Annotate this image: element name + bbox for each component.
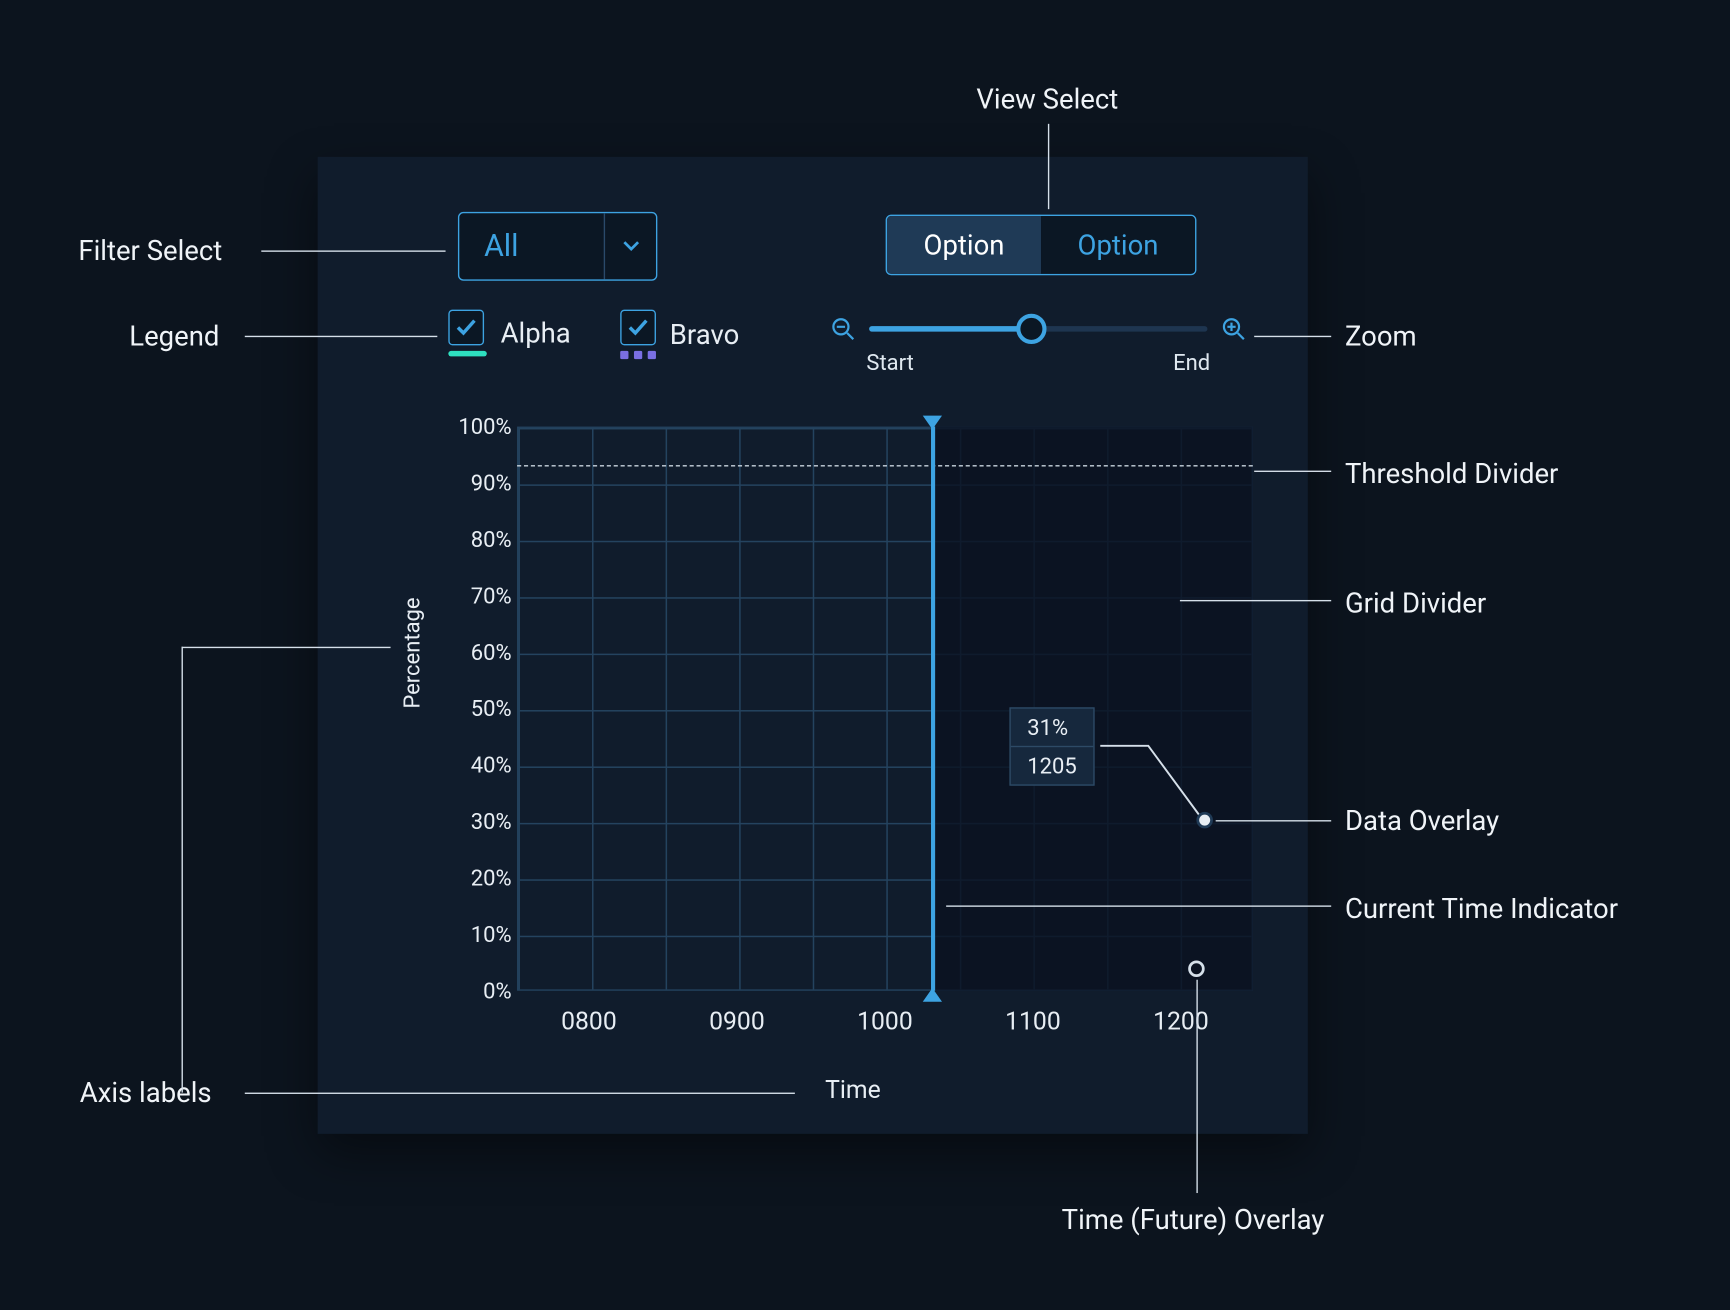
legend-swatch-alpha [448,351,487,357]
zoom-out-icon[interactable] [831,316,856,341]
legend-label-bravo: Bravo [670,318,739,351]
view-option-0[interactable]: Option [887,216,1041,274]
y-tick: 40% [471,752,512,778]
zoom-thumb[interactable] [1016,314,1046,344]
leader-line [182,647,183,1093]
y-tick: 70% [471,583,512,609]
callout-zoom: Zoom [1345,319,1417,352]
callout-filter-select: Filter Select [78,234,222,267]
filter-value: All [459,229,603,263]
x-tick: 1000 [857,1007,913,1036]
zoom-in-icon[interactable] [1221,316,1246,341]
leader-line [946,905,1331,906]
y-tick: 20% [471,865,512,891]
overlay-value: 31% [1011,709,1093,746]
legend-label-alpha: Alpha [501,316,571,349]
zoom-control: Start End [831,316,1246,375]
threshold-divider [517,465,1253,466]
callout-grid: Grid Divider [1345,586,1486,619]
callout-threshold: Threshold Divider [1345,457,1558,490]
y-tick: 30% [471,808,512,834]
y-tick: 100% [458,414,511,440]
legend-checkbox-bravo[interactable] [620,310,656,346]
legend-item-bravo: Bravo [620,310,739,360]
callout-data-overlay: Data Overlay [1345,804,1499,837]
callout-axis-labels: Axis labels [80,1076,212,1109]
leader-line [245,336,438,337]
filter-select[interactable]: All [458,212,657,281]
zoom-end-label: End [1173,350,1210,376]
view-option-1[interactable]: Option [1041,216,1195,274]
zoom-start-label: Start [866,350,913,376]
zoom-slider[interactable] [869,326,1207,332]
leader-line [1048,124,1049,209]
leader-line [1216,820,1332,821]
chevron-down-icon [604,213,656,279]
callout-future-overlay: Time (Future) Overlay [1062,1203,1325,1236]
x-tick: 1100 [1005,1007,1061,1036]
leader-line [261,250,445,251]
zoom-fill [869,326,1031,332]
x-axis-label: Time [825,1076,881,1105]
leader-line [1254,471,1331,472]
legend-item-alpha: Alpha [448,310,570,357]
y-tick: 0% [483,978,511,1004]
data-point-icon [1196,812,1213,829]
legend-swatch-bravo [620,351,656,359]
x-tick: 0900 [709,1007,765,1036]
callout-current-time: Current Time Indicator [1345,892,1618,925]
y-axis-label: Percentage [399,597,425,708]
leader-line [1254,336,1331,337]
y-tick: 10% [471,921,512,947]
callout-view-select: View Select [976,83,1118,116]
callout-legend: Legend [129,319,219,352]
x-tick: 1200 [1153,1007,1209,1036]
x-tick: 0800 [561,1007,617,1036]
y-tick: 80% [471,526,512,552]
y-tick: 50% [471,696,512,722]
overlay-time: 1205 [1011,746,1093,785]
future-point-icon [1188,960,1205,977]
y-tick: 60% [471,639,512,665]
legend-checkbox-alpha[interactable] [448,310,484,346]
leader-line [1196,980,1197,1193]
leader-line [245,1093,795,1094]
leader-line [182,647,391,648]
y-tick: 90% [471,470,512,496]
x-ticks: 0800 0900 1000 1100 1200 [517,1007,1253,1036]
view-select: Option Option [886,215,1197,276]
data-overlay-tooltip: 31% 1205 [1009,707,1094,785]
leader-line [1180,600,1331,601]
legend: Alpha Bravo [448,310,739,360]
